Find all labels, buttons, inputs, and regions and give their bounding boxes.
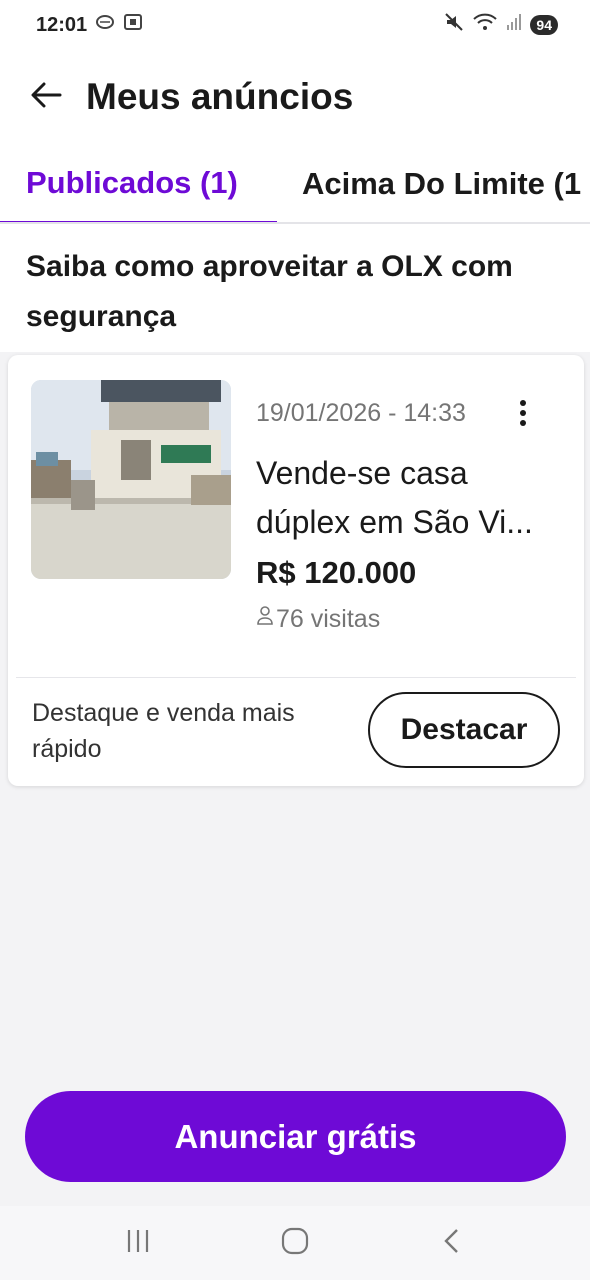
arrow-left-icon (30, 82, 62, 113)
user-icon (256, 605, 274, 634)
ad-title-line2: dúplex em São Vi... (256, 504, 533, 540)
destacar-button[interactable]: Destacar (368, 692, 560, 768)
home-icon (281, 1227, 309, 1260)
tab-bar: Publicados (1) Acima Do Limite (1 (0, 144, 590, 224)
app-header: Meus anúncios (0, 50, 590, 144)
card-divider (16, 677, 576, 678)
ad-card[interactable]: 19/01/2026 - 14:33 Vende-se casa dúplex … (8, 355, 584, 786)
system-nav-bar (0, 1206, 590, 1280)
ad-title-line1: Vende-se casa (256, 455, 468, 491)
ad-date: 19/01/2026 - 14:33 (256, 399, 466, 427)
chevron-left-icon (442, 1227, 462, 1260)
home-button[interactable] (265, 1218, 325, 1268)
tab-acima-do-limite[interactable]: Acima Do Limite (1 (302, 144, 581, 222)
back-button[interactable] (26, 77, 66, 117)
safety-info-banner[interactable]: Saiba como aproveitar a OLX com seguranç… (0, 224, 590, 352)
screenshot-icon (123, 13, 143, 37)
tab-publicados[interactable]: Publicados (1) (0, 144, 277, 222)
ad-visits-text: 76 visitas (276, 605, 381, 633)
status-bar: 12:01 94 (0, 0, 590, 50)
recent-apps-icon (124, 1228, 152, 1259)
ad-thumbnail[interactable] (31, 380, 231, 579)
more-vertical-icon (519, 399, 527, 432)
status-time: 12:01 (36, 13, 88, 36)
safety-info-text: Saiba como aproveitar a OLX com seguranç… (26, 250, 513, 333)
recent-apps-button[interactable] (108, 1218, 168, 1268)
ad-options-button[interactable] (508, 397, 538, 433)
anunciar-gratis-button[interactable]: Anunciar grátis (25, 1091, 566, 1182)
ad-price: R$ 120.000 (256, 555, 417, 590)
signal-icon (506, 13, 522, 37)
ad-visits: 76 visitas (256, 605, 380, 634)
back-nav-button[interactable] (422, 1218, 482, 1268)
battery-badge: 94 (530, 15, 558, 35)
wifi-icon (472, 12, 498, 38)
page-title: Meus anúncios (86, 76, 354, 117)
mute-icon (444, 12, 464, 38)
ad-title[interactable]: Vende-se casa dúplex em São Vi... (256, 449, 556, 547)
messenger-icon (95, 13, 115, 37)
promo-text: Destaque e venda mais rápido (32, 699, 295, 763)
